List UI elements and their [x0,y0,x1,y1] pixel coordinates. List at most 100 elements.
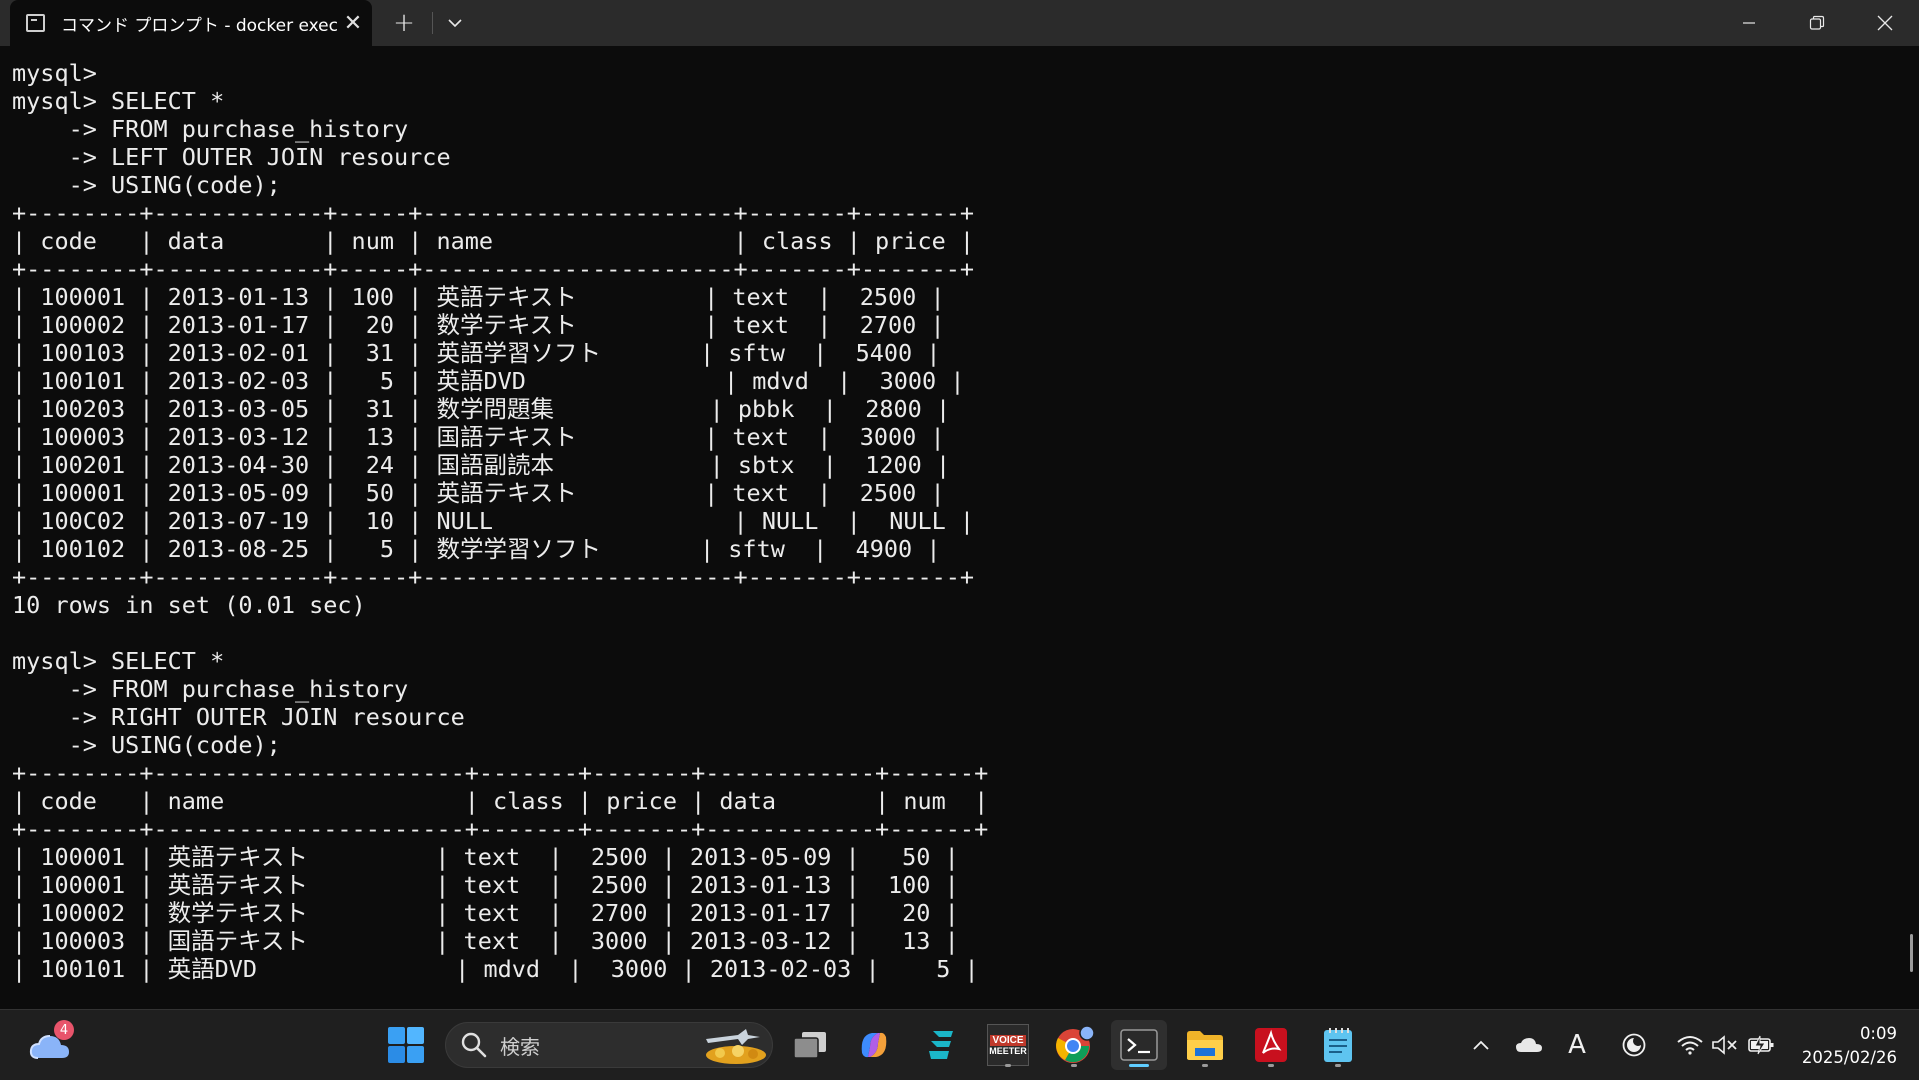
folder-icon [1187,1031,1223,1060]
running-indicator [1005,1064,1011,1067]
wifi-button[interactable] [1673,1028,1707,1062]
terminal-line: -> RIGHT OUTER JOIN resource [12,703,465,731]
volume-button[interactable] [1708,1028,1742,1062]
minimize-icon [1743,22,1755,24]
terminal-line: | 100001 | 2013-01-13 | 100 | 英語テキスト | t… [12,283,945,311]
search-input[interactable]: 検索 [445,1022,773,1068]
taskbar-app-copilot[interactable] [846,1020,902,1070]
running-indicator [1335,1064,1341,1067]
terminal-line: | 100001 | 2013-05-09 | 50 | 英語テキスト | te… [12,479,945,507]
terminal-line: | 100002 | 数学テキスト | text | 2700 | 2013-0… [12,899,959,927]
taskbar-app-sketch[interactable] [914,1020,970,1070]
tab-title: コマンド プロンプト - docker exec [61,15,338,36]
chrome-icon [1056,1025,1094,1063]
acrobat-icon [1255,1028,1287,1062]
title-bar: コマンド プロンプト - docker exec ✕ + [0,0,1919,46]
weather-widget[interactable]: 4 [24,1020,76,1068]
start-button[interactable] [378,1020,434,1070]
terminal-line: | code | name | class | price | data | n… [12,787,989,815]
tab-dropdown-button[interactable] [433,0,477,46]
onedrive-tray-button[interactable] [1512,1028,1546,1062]
terminal-line: | 100101 | 2013-02-03 | 5 | 英語DVD | mdvd… [12,367,965,395]
taskbar-app-chrome[interactable] [1046,1020,1102,1070]
terminal-line: -> FROM purchase_history [12,675,409,703]
volume-muted-icon [1712,1035,1737,1055]
chevron-down-icon [448,19,462,28]
close-window-button[interactable] [1851,0,1919,46]
copilot-icon [861,1032,887,1058]
terminal-line: +--------+------------+-----+-----------… [12,563,975,591]
taskbar: 4 検索 VOICE MEETER A 0:09 2025/02/26 [0,1009,1919,1080]
running-indicator [1268,1064,1274,1067]
scrollbar-thumb[interactable] [1910,934,1913,972]
terminal-line: -> USING(code); [12,731,281,759]
terminal-line: | 100002 | 2013-01-17 | 20 | 数学テキスト | te… [12,311,945,339]
terminal-line: | 100C02 | 2013-07-19 | 10 | NULL | NULL… [12,507,975,535]
terminal-line: 10 rows in set (0.01 sec) [12,591,366,619]
focus-assist-button[interactable] [1617,1028,1651,1062]
voicemeeter-icon: VOICE MEETER [987,1024,1029,1066]
terminal-icon [1120,1029,1158,1061]
terminal-line: mysql> SELECT * [12,87,225,115]
chevron-up-icon [1473,1040,1489,1050]
terminal-line: | 100003 | 2013-03-12 | 13 | 国語テキスト | te… [12,423,945,451]
terminal-line: | 100102 | 2013-08-25 | 5 | 数学学習ソフト | sf… [12,535,941,563]
terminal-line: | 100001 | 英語テキスト | text | 2500 | 2013-0… [12,843,959,871]
notification-badge: 4 [54,1020,74,1040]
close-icon [1877,15,1893,31]
search-highlight-illustration-icon [706,1029,766,1064]
terminal-line: +--------+----------------------+-------… [12,815,989,843]
maximize-button[interactable] [1783,0,1851,46]
battery-charging-icon [1748,1035,1774,1055]
close-tab-button[interactable]: ✕ [338,5,368,41]
terminal-line: +--------+------------+-----+-----------… [12,199,975,227]
terminal-line: mysql> SELECT * [12,647,225,675]
terminal-line: | 100001 | 英語テキスト | text | 2500 | 2013-0… [12,871,959,899]
active-indicator [1129,1064,1149,1067]
ime-mode-indicator[interactable]: A [1560,1028,1594,1062]
wifi-icon [1677,1036,1703,1055]
moon-clock-icon [1622,1033,1646,1057]
restore-icon [1809,15,1825,30]
terminal-output[interactable]: mysql> mysql> SELECT * -> FROM purchase_h… [12,59,1892,1009]
running-indicator [1071,1064,1077,1067]
new-tab-button[interactable]: + [376,0,432,46]
sketch-app-icon [929,1031,953,1059]
terminal-line: -> USING(code); [12,171,281,199]
minimize-button[interactable] [1715,0,1783,46]
terminal-line: | 100003 | 国語テキスト | text | 3000 | 2013-0… [12,927,959,955]
terminal-line: | 100203 | 2013-03-05 | 31 | 数学問題集 | pbb… [12,395,951,423]
terminal-line: mysql> [12,59,97,87]
terminal-line: | code | data | num | name | class | pri… [12,227,975,255]
terminal-line: -> FROM purchase_history [12,115,409,143]
taskbar-app-notepad[interactable] [1310,1020,1366,1070]
terminal-line: -> LEFT OUTER JOIN resource [12,143,451,171]
taskbar-app-acrobat[interactable] [1243,1020,1299,1070]
terminal-line: +--------+------------+-----+-----------… [12,255,975,283]
terminal-line: | 100103 | 2013-02-01 | 31 | 英語学習ソフト | s… [12,339,941,367]
taskbar-app-terminal[interactable] [1111,1020,1167,1070]
clock-date: 2025/02/26 [1801,1048,1897,1067]
show-hidden-icons-button[interactable] [1464,1028,1498,1062]
notepad-icon [1324,1028,1352,1062]
terminal-line: +--------+----------------------+-------… [12,759,989,787]
voicemeeter-label-bottom: MEETER [989,1045,1027,1056]
running-indicator [1202,1064,1208,1067]
taskbar-app-file-explorer[interactable] [1177,1020,1233,1070]
clock[interactable]: 0:09 2025/02/26 [1802,1022,1897,1070]
onedrive-cloud-icon [1516,1038,1542,1052]
clock-time: 0:09 [1859,1024,1897,1043]
taskbar-app-task-view[interactable] [782,1020,838,1070]
search-placeholder: 検索 [500,1034,540,1059]
command-prompt-icon [26,14,46,32]
terminal-tab[interactable]: コマンド プロンプト - docker exec ✕ [10,0,372,46]
windows-logo-icon [388,1027,424,1063]
terminal-line: | 100101 | 英語DVD | mdvd | 3000 | 2013-02… [12,955,979,983]
battery-button[interactable] [1744,1028,1778,1062]
terminal-line: | 100201 | 2013-04-30 | 24 | 国語副読本 | sbt… [12,451,951,479]
search-icon [461,1032,487,1058]
task-view-icon [793,1032,826,1059]
voicemeeter-label-top: VOICE [990,1034,1026,1046]
taskbar-app-voicemeeter[interactable]: VOICE MEETER [980,1020,1036,1070]
